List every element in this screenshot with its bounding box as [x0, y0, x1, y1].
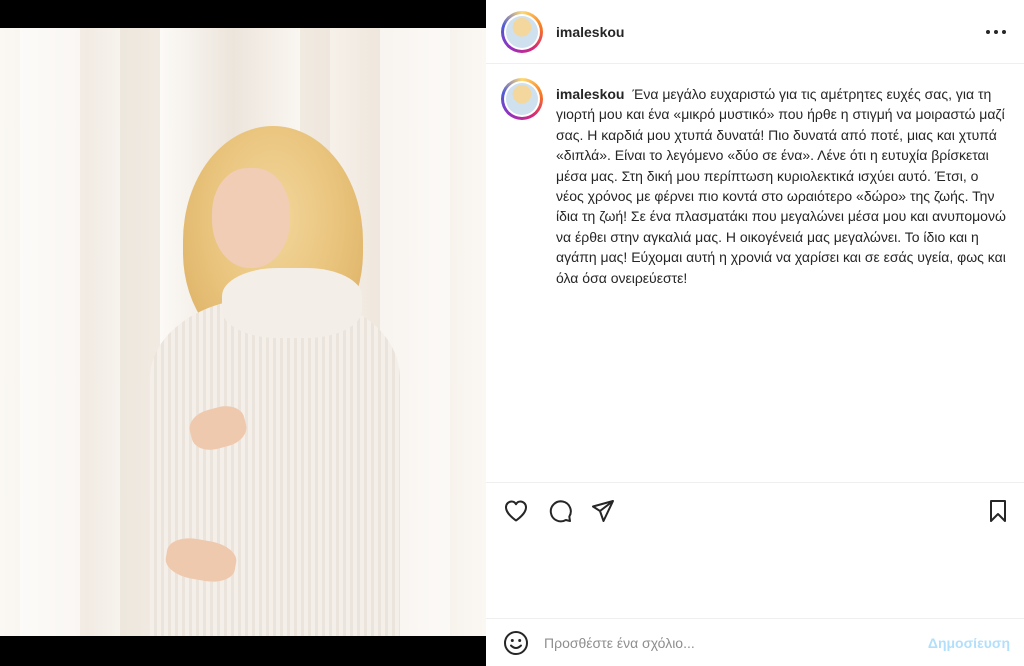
- paper-plane-icon[interactable]: [589, 497, 617, 525]
- post-media: [0, 0, 486, 666]
- header-username[interactable]: imaleskou: [556, 24, 624, 40]
- person-face: [212, 168, 290, 268]
- comment-bubble-icon[interactable]: [546, 497, 574, 525]
- caption-body: Ένα μεγάλο ευχαριστώ για τις αμέτρητες ε…: [556, 86, 1006, 286]
- bookmark-icon[interactable]: [984, 497, 1012, 525]
- caption-avatar[interactable]: [501, 78, 543, 120]
- caption-username[interactable]: imaleskou: [556, 86, 624, 102]
- comment-input[interactable]: [544, 629, 904, 657]
- post-caption: imaleskou Ένα μεγάλο ευχαριστώ για τις α…: [486, 64, 1024, 482]
- post-header: imaleskou: [486, 0, 1024, 64]
- post-actions: [486, 482, 1024, 618]
- comment-bar: Δημοσίευση: [486, 618, 1024, 666]
- caption-text: imaleskou Ένα μεγάλο ευχαριστώ για τις α…: [556, 84, 1006, 288]
- more-options-icon[interactable]: [986, 24, 1006, 40]
- curtain: [20, 28, 80, 636]
- post-panel: imaleskou imaleskou Ένα μεγάλο ευχαριστώ…: [486, 0, 1024, 666]
- heart-icon[interactable]: [502, 497, 530, 525]
- post-comment-button[interactable]: Δημοσίευση: [928, 635, 1010, 651]
- sweater-collar: [222, 268, 362, 338]
- avatar[interactable]: [501, 11, 543, 53]
- post-photo[interactable]: [0, 28, 486, 636]
- person-sweater: [150, 298, 400, 636]
- smiley-icon[interactable]: [502, 629, 530, 657]
